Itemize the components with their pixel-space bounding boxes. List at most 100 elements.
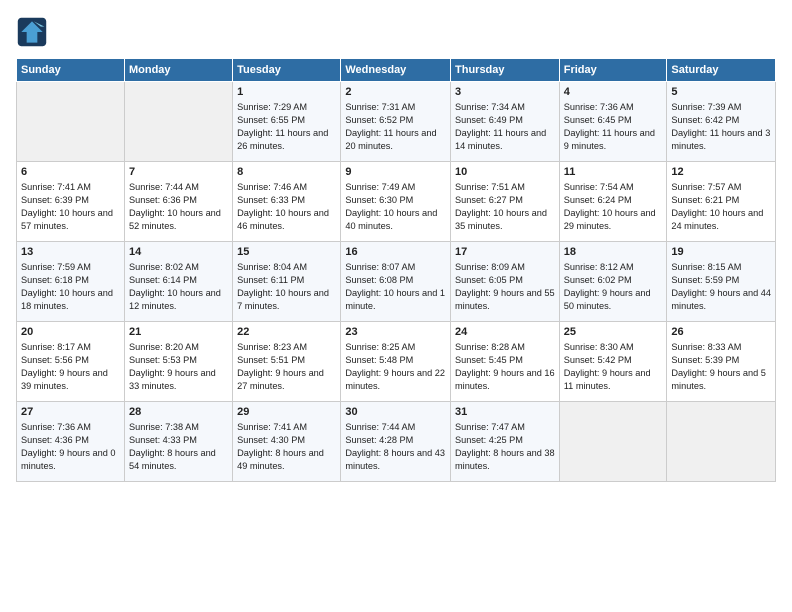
day-cell: 8Sunrise: 7:46 AMSunset: 6:33 PMDaylight… — [233, 162, 341, 242]
daylight-text: Daylight: 10 hours and 40 minutes. — [345, 208, 437, 231]
day-number: 26 — [671, 325, 771, 340]
daylight-text: Daylight: 10 hours and 1 minute. — [345, 288, 445, 311]
sunset-text: Sunset: 4:30 PM — [237, 435, 305, 445]
day-cell: 12Sunrise: 7:57 AMSunset: 6:21 PMDayligh… — [667, 162, 776, 242]
week-row-1: 1Sunrise: 7:29 AMSunset: 6:55 PMDaylight… — [17, 82, 776, 162]
day-cell: 9Sunrise: 7:49 AMSunset: 6:30 PMDaylight… — [341, 162, 451, 242]
day-number: 8 — [237, 165, 336, 180]
sunrise-text: Sunrise: 7:59 AM — [21, 262, 91, 272]
sunrise-text: Sunrise: 7:44 AM — [345, 422, 415, 432]
sunset-text: Sunset: 5:45 PM — [455, 355, 523, 365]
daylight-text: Daylight: 9 hours and 16 minutes. — [455, 368, 555, 391]
sunrise-text: Sunrise: 8:15 AM — [671, 262, 741, 272]
day-number: 10 — [455, 165, 555, 180]
sunset-text: Sunset: 4:25 PM — [455, 435, 523, 445]
sunrise-text: Sunrise: 7:51 AM — [455, 182, 525, 192]
daylight-text: Daylight: 9 hours and 11 minutes. — [564, 368, 651, 391]
day-number: 15 — [237, 245, 336, 260]
sunset-text: Sunset: 6:08 PM — [345, 275, 413, 285]
daylight-text: Daylight: 10 hours and 52 minutes. — [129, 208, 221, 231]
day-number: 31 — [455, 405, 555, 420]
page-header — [16, 16, 776, 48]
sunset-text: Sunset: 6:05 PM — [455, 275, 523, 285]
daylight-text: Daylight: 9 hours and 39 minutes. — [21, 368, 108, 391]
day-cell: 11Sunrise: 7:54 AMSunset: 6:24 PMDayligh… — [559, 162, 667, 242]
daylight-text: Daylight: 11 hours and 14 minutes. — [455, 128, 546, 151]
day-cell: 25Sunrise: 8:30 AMSunset: 5:42 PMDayligh… — [559, 322, 667, 402]
day-cell: 15 Sunrise: 8:04 AM Sunset: 6:11 PM Dayligh… — [233, 242, 341, 322]
day-number: 1 — [237, 85, 336, 100]
day-cell: 5Sunrise: 7:39 AMSunset: 6:42 PMDaylight… — [667, 82, 776, 162]
sunrise-text: Sunrise: 7:41 AM — [237, 422, 307, 432]
day-number: 25 — [564, 325, 663, 340]
sunrise-text: Sunrise: 8:23 AM — [237, 342, 307, 352]
day-number: 28 — [129, 405, 228, 420]
sunrise-text: Sunrise: 7:57 AM — [671, 182, 741, 192]
day-number: 5 — [671, 85, 771, 100]
day-cell: 7Sunrise: 7:44 AMSunset: 6:36 PMDaylight… — [124, 162, 232, 242]
sunset-text: Sunset: 5:48 PM — [345, 355, 413, 365]
column-header-wednesday: Wednesday — [341, 59, 451, 82]
daylight-text: Daylight: 9 hours and 44 minutes. — [671, 288, 771, 311]
daylight-text: Daylight: 10 hours and 57 minutes. — [21, 208, 113, 231]
sunrise-text: Sunrise: 7:34 AM — [455, 102, 525, 112]
sunrise-text: Sunrise: 8:04 AM — [237, 262, 307, 272]
column-header-saturday: Saturday — [667, 59, 776, 82]
sunset-text: Sunset: 6:11 PM — [237, 275, 304, 285]
sunrise-text: Sunrise: 8:30 AM — [564, 342, 634, 352]
sunset-text: Sunset: 6:33 PM — [237, 195, 305, 205]
daylight-text: Daylight: 10 hours and 18 minutes. — [21, 288, 113, 311]
day-cell: 23Sunrise: 8:25 AMSunset: 5:48 PMDayligh… — [341, 322, 451, 402]
day-cell: 20Sunrise: 8:17 AMSunset: 5:56 PMDayligh… — [17, 322, 125, 402]
week-row-3: 13Sunrise: 7:59 AMSunset: 6:18 PMDayligh… — [17, 242, 776, 322]
sunset-text: Sunset: 6:55 PM — [237, 115, 305, 125]
sunset-text: Sunset: 6:14 PM — [129, 275, 197, 285]
sunset-text: Sunset: 6:49 PM — [455, 115, 523, 125]
sunset-text: Sunset: 4:28 PM — [345, 435, 413, 445]
sunset-text: Sunset: 5:51 PM — [237, 355, 305, 365]
daylight-text: Daylight: 9 hours and 55 minutes. — [455, 288, 555, 311]
day-cell: 13Sunrise: 7:59 AMSunset: 6:18 PMDayligh… — [17, 242, 125, 322]
daylight-text: Daylight: 10 hours and 35 minutes. — [455, 208, 547, 231]
sunset-text: Sunset: 5:56 PM — [21, 355, 89, 365]
sunset-text: Sunset: 4:33 PM — [129, 435, 197, 445]
column-header-sunday: Sunday — [17, 59, 125, 82]
day-cell: 18Sunrise: 8:12 AMSunset: 6:02 PMDayligh… — [559, 242, 667, 322]
daylight-text: Daylight: 8 hours and 49 minutes. — [237, 448, 324, 471]
logo — [16, 16, 52, 48]
day-number: 2 — [345, 85, 446, 100]
sunset-text: Sunset: 6:02 PM — [564, 275, 632, 285]
daylight-text: Daylight: 10 hours and 7 minutes. — [237, 288, 329, 311]
day-number: 18 — [564, 245, 663, 260]
sunrise-text: Sunrise: 8:17 AM — [21, 342, 91, 352]
column-header-tuesday: Tuesday — [233, 59, 341, 82]
calendar-page: SundayMondayTuesdayWednesdayThursdayFrid… — [0, 0, 792, 612]
sunrise-text: Sunrise: 7:44 AM — [129, 182, 199, 192]
sunrise-text: Sunrise: 7:36 AM — [21, 422, 91, 432]
day-number: 13 — [21, 245, 120, 260]
sunset-text: Sunset: 5:59 PM — [671, 275, 739, 285]
day-number: 23 — [345, 325, 446, 340]
day-number: 29 — [237, 405, 336, 420]
daylight-text: Daylight: 9 hours and 33 minutes. — [129, 368, 216, 391]
day-number: 3 — [455, 85, 555, 100]
day-cell: 31Sunrise: 7:47 AMSunset: 4:25 PMDayligh… — [451, 402, 560, 482]
sunrise-text: Sunrise: 8:09 AM — [455, 262, 525, 272]
day-number: 16 — [345, 245, 446, 260]
day-cell: 29 Sunrise: 7:41 AM Sunset: 4:30 PM Dayligh… — [233, 402, 341, 482]
day-cell: 1Sunrise: 7:29 AMSunset: 6:55 PMDaylight… — [233, 82, 341, 162]
column-header-friday: Friday — [559, 59, 667, 82]
day-cell: 30Sunrise: 7:44 AMSunset: 4:28 PMDayligh… — [341, 402, 451, 482]
day-cell — [667, 402, 776, 482]
sunrise-text: Sunrise: 8:28 AM — [455, 342, 525, 352]
sunset-text: Sunset: 6:45 PM — [564, 115, 632, 125]
day-cell: 24Sunrise: 8:28 AMSunset: 5:45 PMDayligh… — [451, 322, 560, 402]
daylight-text: Daylight: 11 hours and 9 minutes. — [564, 128, 655, 151]
day-number: 19 — [671, 245, 771, 260]
day-number: 21 — [129, 325, 228, 340]
day-number: 22 — [237, 325, 336, 340]
day-cell: 14Sunrise: 8:02 AMSunset: 6:14 PMDayligh… — [124, 242, 232, 322]
day-cell — [17, 82, 125, 162]
sunrise-text: Sunrise: 8:12 AM — [564, 262, 634, 272]
sunset-text: Sunset: 5:39 PM — [671, 355, 739, 365]
